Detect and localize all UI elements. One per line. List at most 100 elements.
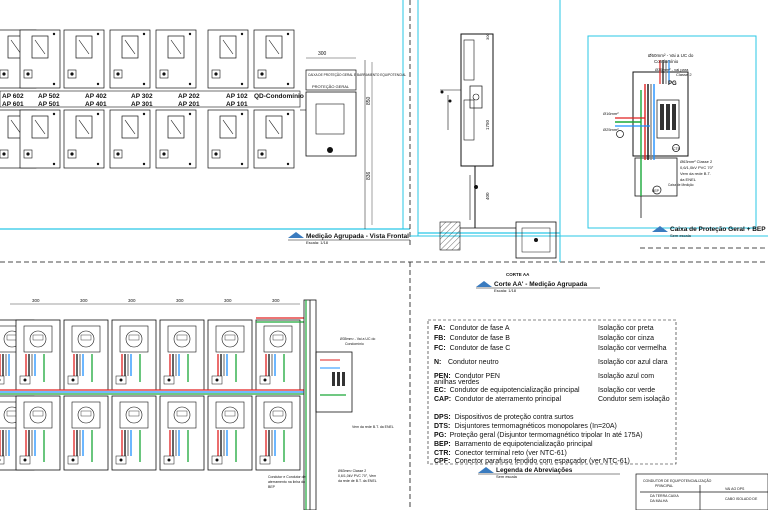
legend-note: Isolação azul com xyxy=(598,373,654,380)
condo-label: QD-Condomínio xyxy=(254,93,304,100)
wiring-meter-box xyxy=(15,319,61,391)
legend-note: Isolação cor azul clara xyxy=(598,359,668,366)
meter-box xyxy=(253,109,295,169)
legend-scale: Sem escala xyxy=(496,474,518,479)
legend-desc: Condutor de fase B xyxy=(450,335,511,342)
front-view-title-block: Medição Agrupada - Vista Frontal Escala:… xyxy=(288,232,410,245)
legend-abbr: EC: xyxy=(434,387,446,394)
dim-850: 850 xyxy=(366,96,372,105)
ap-label-102: AP 102 xyxy=(226,93,248,100)
legend-row: EC: Condutor de equipotencialização princ… xyxy=(434,387,655,394)
pb-label-16mm: Ø16mm² xyxy=(603,111,619,116)
pb-label-enel: da ENEL xyxy=(680,177,697,182)
legend-desc: Barramento de equipotencialização princi… xyxy=(455,441,593,448)
section-aa-drawing: 300 1750 400 CORTE AA Corte AA' - Mediçã… xyxy=(417,0,600,293)
legend-abbr: CTR: xyxy=(434,450,451,457)
legend-row: FC: Condutor de fase C Isolação cor vermel… xyxy=(434,345,667,352)
legend-desc: Condutor de aterramento principal xyxy=(455,396,562,403)
ap-label-501: AP 501 xyxy=(38,101,60,108)
wiring-label-enel: da rede de B.T. da ENEL xyxy=(338,479,377,483)
legend-note: Isolação cor cinza xyxy=(598,335,654,342)
legend-abbr: CAP: xyxy=(434,396,451,403)
dim-300-section: 300 xyxy=(485,33,490,40)
br-label-terra: DA TERRA CAIXA xyxy=(650,494,679,498)
legend-desc: Condutor de fase A xyxy=(450,325,510,332)
ap-label-602: AP 602 xyxy=(2,93,24,100)
pb-label-bep: BEP xyxy=(652,189,660,193)
ap-label-401: AP 401 xyxy=(85,101,107,108)
pb-label-condominio: Condomínio xyxy=(654,59,679,64)
br-label-principal: PRINCIPAL xyxy=(655,484,673,488)
legend-row: N: Condutor neutro Isolação cor azul clara xyxy=(434,359,668,366)
ap-label-302: AP 302 xyxy=(131,93,153,100)
wiring-dim-5: 300 xyxy=(224,298,232,303)
dim-300-front: 300 xyxy=(318,51,327,57)
meter-box xyxy=(63,29,105,89)
ap-label-201: AP 201 xyxy=(178,101,200,108)
wiring-view-dims: 300 300 300 300 300 300 xyxy=(10,298,300,305)
wiring-view xyxy=(0,317,304,471)
legend-desc: Conector parafuso fendido com espaçador … xyxy=(455,458,630,465)
pb-label-pg: PG xyxy=(668,81,677,87)
meter-box xyxy=(19,29,61,89)
legend-abbr: CPF: xyxy=(434,458,450,465)
legend-title: Legenda de Abreviações xyxy=(496,467,573,474)
legend-abbr: DPS: xyxy=(434,414,451,421)
wiring-label-condominio: Condomínio xyxy=(345,342,364,346)
pb-label-medicao: Caixa de Medição xyxy=(668,183,694,187)
legend-row: FB: Condutor de fase B Isolação cor cinza xyxy=(434,335,654,342)
wiring-meter-box xyxy=(255,395,301,471)
bottom-right-detail: CONDUTOR DE EQUIPOTENCIALIZAÇÃO PRINCIPA… xyxy=(635,473,768,510)
pb-title: Caixa de Proteção Geral + BEP xyxy=(670,226,766,233)
dim-1750: 1750 xyxy=(485,119,490,130)
meter-box xyxy=(63,109,105,169)
ap-label-202: AP 202 xyxy=(178,93,200,100)
wiring-meter-box xyxy=(207,395,253,471)
wiring-label-condutor: Condutor e Condutor de xyxy=(268,475,306,479)
pb-label-ctr: CTR xyxy=(673,147,681,151)
wiring-dim-2: 300 xyxy=(80,298,88,303)
wiring-meter-box xyxy=(111,395,157,471)
pb-label-classe2: Classe 2 xyxy=(676,72,692,77)
legend-note: Condutor sem isolação xyxy=(598,396,670,403)
legend-desc: Condutor de equipotencialização principa… xyxy=(450,387,580,394)
br-label-condutor: CONDUTOR DE EQUIPOTENCIALIZAÇÃO xyxy=(643,478,712,483)
legend-row: CTR: Conector terminal reto (ver NTC-61) xyxy=(434,450,567,457)
protection-box-front: CAIXA DE PROTEÇÃO GERAL E BARRAMENTO EQU… xyxy=(300,51,406,229)
ap-label-502: AP 502 xyxy=(38,93,60,100)
wiring-dim-4: 300 xyxy=(176,298,184,303)
legend-row: BEP: Barramento de equipotencialização pr… xyxy=(434,441,593,448)
legend-note: Isolação cor vermelha xyxy=(598,345,667,352)
wiring-meter-box xyxy=(159,395,205,471)
meter-box xyxy=(109,109,151,169)
legend-row: CPF: Conector parafuso fendido com espaça… xyxy=(434,458,630,465)
wiring-meter-box xyxy=(111,319,157,391)
front-view-title: Medição Agrupada - Vista Frontal xyxy=(306,233,409,240)
meter-box xyxy=(109,29,151,89)
pb-label-pvc: 0,6/1,0kV PVC 70° xyxy=(680,165,714,170)
front-view-scale: Escala: 1/18 xyxy=(306,240,329,245)
front-view-apartment-labels: AP 602 AP 601 AP 502 AP 501 AP 402 AP 40… xyxy=(0,90,304,108)
section-title: Corte AA' - Medição Agrupada xyxy=(494,281,588,288)
dim-836: 836 xyxy=(366,171,372,180)
legend-row: DPS: Dispositivos de proteção contra surt… xyxy=(434,414,574,421)
legend-row: CAP: Condutor de aterramento principal Con… xyxy=(434,396,670,403)
legend-desc: Condutor de fase C xyxy=(450,345,511,352)
meter-box xyxy=(155,29,197,89)
wiring-label-35mm: Ø35mm² - Vai a UC do xyxy=(340,337,375,341)
br-label-cabo: CABO ISOLADO DE xyxy=(725,497,758,501)
meter-box xyxy=(207,29,249,89)
pb-label-25mm: Ø25mm² xyxy=(603,127,619,132)
legend-note: Isolação cor preta xyxy=(598,325,654,332)
pb-label-rede: Vem da rede B.T. xyxy=(680,171,711,176)
wiring-meter-box xyxy=(255,319,301,391)
legend-desc: Disjuntores termomagnéticos monopolares … xyxy=(455,423,617,430)
meter-box xyxy=(207,109,249,169)
pb-scale: Sem escala xyxy=(670,233,692,238)
protection-box-detail: Ø50mm² - Vai a UC do Condomínio Ø35mm² -… xyxy=(603,53,766,238)
legend-abbr: N: xyxy=(434,359,441,366)
dim-400: 400 xyxy=(485,192,490,200)
legend-desc: Condutor neutro xyxy=(448,359,499,366)
wiring-dim-3: 300 xyxy=(128,298,136,303)
wiring-dim-1: 300 xyxy=(32,298,40,303)
